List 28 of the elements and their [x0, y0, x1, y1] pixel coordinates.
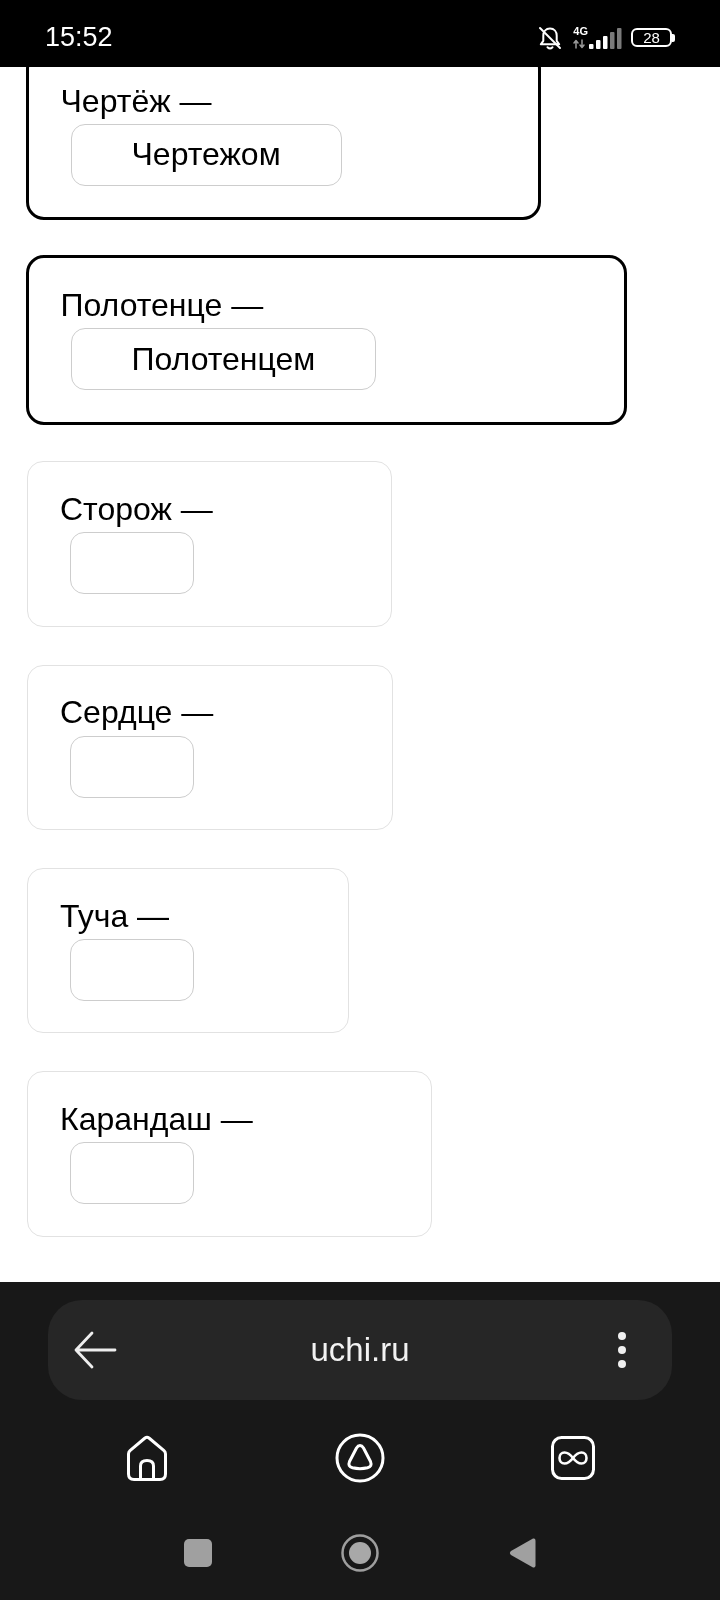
word-label: Туча — [60, 896, 170, 935]
triangle-circle-icon[interactable] [335, 1433, 385, 1483]
bell-slash-icon [537, 24, 564, 51]
circle-icon[interactable] [341, 1534, 379, 1572]
back-triangle-icon[interactable] [508, 1537, 536, 1569]
data-arrows-icon [573, 39, 586, 49]
square-icon[interactable] [184, 1539, 212, 1567]
home-icon[interactable] [125, 1435, 169, 1481]
back-arrow-icon[interactable] [73, 1331, 117, 1369]
answer-field[interactable] [70, 938, 194, 1001]
word-label: Сторож — [60, 489, 213, 529]
signal-bars-icon [589, 28, 622, 49]
answer-field[interactable] [70, 735, 194, 798]
word-label: Чертёж — [60, 81, 212, 120]
address-bar[interactable]: uchi.ru [48, 1300, 672, 1400]
url-text: uchi.ru [310, 1331, 410, 1369]
more-menu-icon[interactable] [617, 1332, 627, 1368]
answer-field[interactable]: Полотенцем [70, 328, 377, 391]
word-label: Сердце — [60, 693, 214, 732]
word-label: Карандаш — [60, 1099, 253, 1139]
battery-indicator: 28 [631, 28, 675, 47]
clock-time: 15:52 [45, 24, 113, 51]
answer-field[interactable] [70, 1142, 194, 1205]
infinity-square-icon[interactable] [551, 1436, 595, 1480]
answer-field[interactable] [70, 532, 194, 595]
network-type-label: 4G [573, 26, 588, 37]
answer-field[interactable]: Чертежом [70, 123, 342, 186]
word-label: Полотенце — [60, 285, 264, 325]
